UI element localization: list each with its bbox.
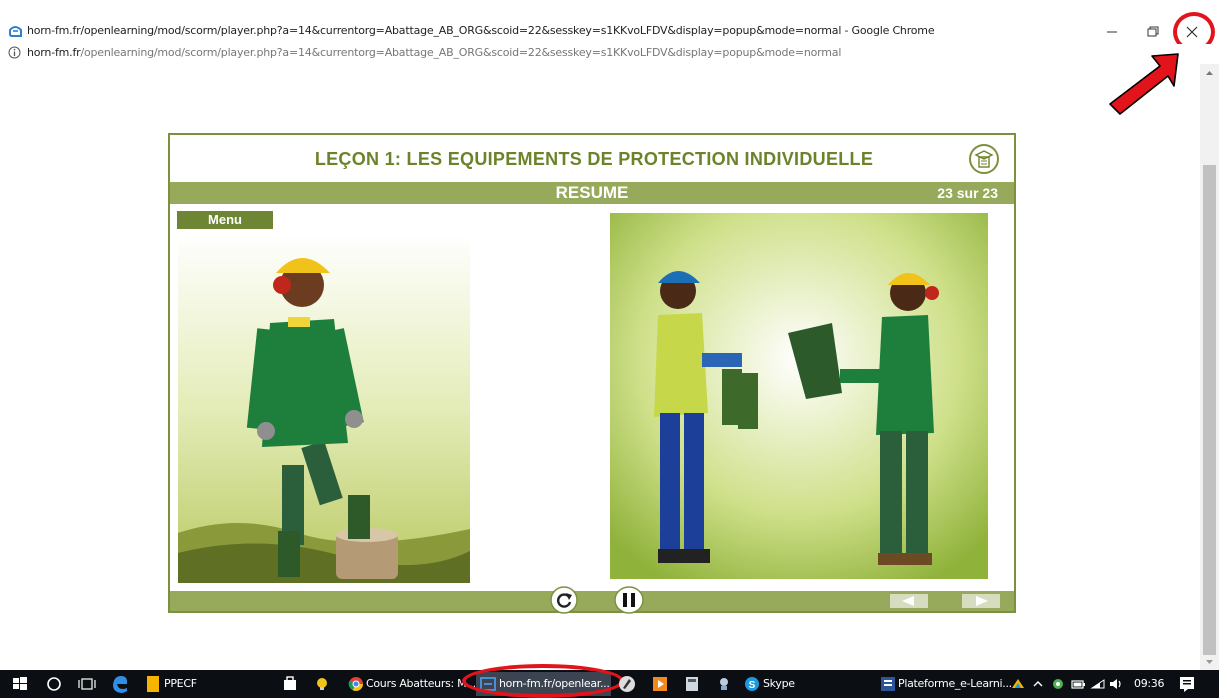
tray-app-icon[interactable]: [1050, 676, 1066, 692]
info-icon[interactable]: [8, 46, 21, 59]
file-icon[interactable]: [146, 675, 160, 693]
taskbar-item-cours[interactable]: Cours Abatteurs: M...: [366, 677, 476, 690]
scroll-thumb[interactable]: [1203, 165, 1216, 655]
taskbar-item-plateforme[interactable]: Plateforme_e-Learni...: [898, 677, 1012, 690]
section-title: RESUME: [555, 183, 629, 202]
network-app-icon[interactable]: [716, 676, 732, 692]
url-display[interactable]: horn-fm.fr/openlearning/mod/scorm/player…: [27, 46, 841, 59]
notification-icon[interactable]: [1178, 675, 1196, 693]
calculator-icon[interactable]: [684, 676, 700, 692]
chrome-logo-icon: [9, 26, 22, 37]
store-icon[interactable]: [282, 676, 298, 692]
section-bar: RESUME 23 sur 23: [170, 182, 1014, 204]
task-view-icon[interactable]: [76, 674, 98, 694]
close-icon[interactable]: [1178, 18, 1206, 44]
arrow-left-icon[interactable]: [890, 594, 928, 608]
app-icon[interactable]: [618, 675, 636, 693]
media-icon[interactable]: [652, 676, 668, 692]
player-bottom-bar: [170, 591, 1014, 611]
replay-icon[interactable]: [550, 586, 578, 614]
chevron-up-icon[interactable]: [1030, 676, 1046, 692]
lesson-badge-icon[interactable]: [968, 143, 1000, 175]
url-host: horn-fm.fr: [27, 46, 81, 59]
word-icon[interactable]: [880, 676, 896, 692]
taskbar-clock[interactable]: 09:36: [1134, 677, 1165, 690]
scroll-down-icon[interactable]: [1200, 655, 1219, 669]
window-title: horn-fm.fr/openlearning/mod/scorm/player…: [27, 24, 935, 37]
scroll-up-icon[interactable]: [1200, 66, 1219, 80]
menu-button[interactable]: Menu: [177, 211, 273, 229]
pause-icon[interactable]: [614, 586, 644, 614]
browser-taskbar-icon[interactable]: [480, 676, 496, 692]
volume-icon[interactable]: [1108, 676, 1124, 692]
taskbar-item-ppecf[interactable]: PPECF: [164, 677, 197, 690]
scorm-player: LEÇON 1: LES EQUIPEMENTS DE PROTECTION I…: [168, 133, 1016, 614]
skype-icon[interactable]: S: [744, 676, 760, 692]
lesson-title: LEÇON 1: LES EQUIPEMENTS DE PROTECTION I…: [314, 149, 874, 169]
workers-exchange-illustration: [610, 213, 988, 579]
taskbar-item-skype[interactable]: Skype: [763, 677, 795, 690]
browser-titlebar: [0, 0, 1219, 44]
svg-text:S: S: [749, 680, 756, 691]
cloud-drive-icon[interactable]: [1010, 676, 1026, 692]
annotation-arrow-icon: [1109, 53, 1179, 115]
edge-icon[interactable]: [110, 673, 130, 695]
cortana-icon[interactable]: [44, 674, 64, 694]
minimize-button[interactable]: [1098, 18, 1126, 44]
worker-illustration: [178, 233, 470, 583]
windows-start-icon[interactable]: [10, 674, 30, 694]
tips-icon[interactable]: [314, 676, 330, 692]
chrome-taskbar-icon[interactable]: [348, 676, 364, 692]
wifi-icon[interactable]: [1090, 676, 1106, 692]
page-counter: 23 sur 23: [937, 185, 998, 201]
restore-button[interactable]: [1138, 18, 1166, 44]
battery-icon[interactable]: [1070, 676, 1086, 692]
arrow-right-icon[interactable]: [962, 594, 1000, 608]
taskbar-item-horn[interactable]: horn-fm.fr/openlear...: [499, 677, 610, 690]
url-path: /openlearning/mod/scorm/player.php?a=14&…: [80, 46, 842, 59]
